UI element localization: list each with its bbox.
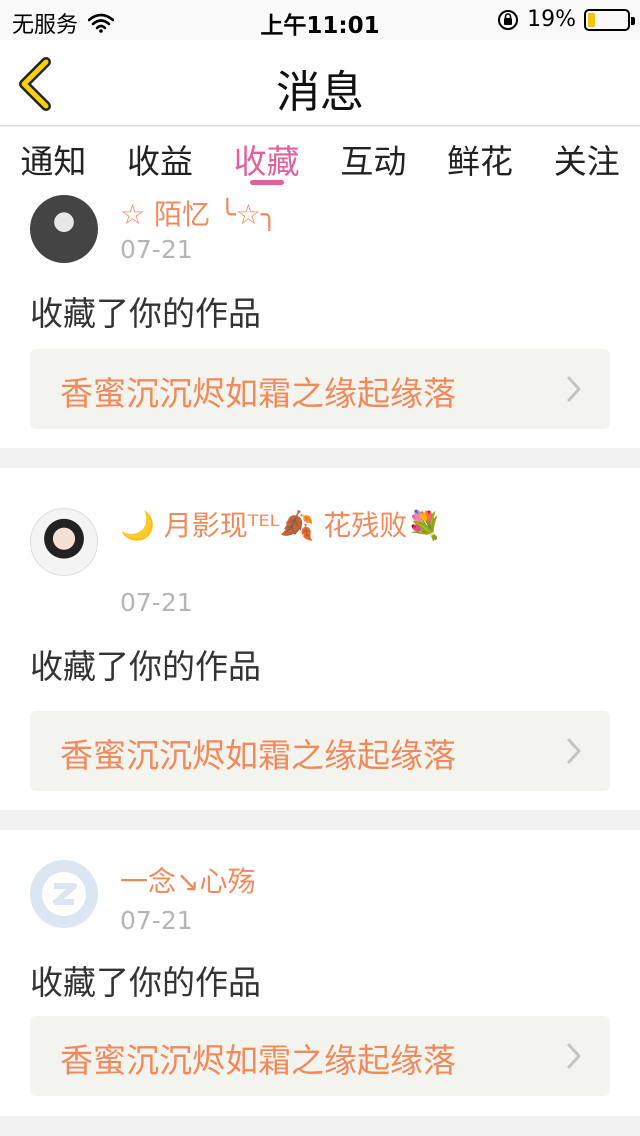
message-list: ☆ 陌忆 ╰☆╮ 07-21 收藏了你的作品 香蜜沉沉烬如霜之缘起缘落 🌙 月影…	[0, 189, 640, 1136]
message-date: 07-21	[120, 906, 193, 935]
action-text: 收藏了你的作品	[30, 294, 261, 333]
tab-interactions[interactable]: 互动	[320, 127, 427, 189]
user-name[interactable]: 🌙 月影现ᵀᴱᴸ🍂 花残败💐	[120, 506, 460, 546]
chevron-right-icon	[567, 376, 581, 402]
avatar[interactable]	[30, 195, 98, 263]
screen: 无服务 上午11:01 19% 消息 通知 收益 收藏 互动 鲜花 关注 ☆ 陌…	[0, 0, 640, 1136]
tab-label: 通知	[20, 142, 87, 181]
battery-percent: 19%	[527, 7, 576, 32]
avatar[interactable]	[30, 508, 98, 576]
status-bar: 无服务 上午11:01 19%	[0, 0, 640, 40]
tab-notifications[interactable]: 通知	[0, 127, 107, 189]
tab-bar: 通知 收益 收藏 互动 鲜花 关注	[0, 127, 640, 189]
tab-label: 互动	[340, 142, 407, 181]
active-tab-indicator	[249, 180, 284, 185]
message-date: 07-21	[120, 588, 193, 617]
nav-bar: 消息	[0, 40, 640, 126]
work-link[interactable]: 香蜜沉沉烬如霜之缘起缘落	[30, 711, 610, 791]
tab-flowers[interactable]: 鲜花	[427, 127, 534, 189]
avatar[interactable]	[30, 860, 98, 928]
list-item: ☆ 陌忆 ╰☆╮ 07-21 收藏了你的作品 香蜜沉沉烬如霜之缘起缘落	[0, 189, 640, 448]
list-item: 🌙 月影现ᵀᴱᴸ🍂 花残败💐 07-21 收藏了你的作品 香蜜沉沉烬如霜之缘起缘…	[0, 468, 640, 810]
tab-following[interactable]: 关注	[533, 127, 640, 189]
list-item: 一念↘心殇 07-21 收藏了你的作品 香蜜沉沉烬如霜之缘起缘落	[0, 830, 640, 1116]
message-date: 07-21	[120, 235, 193, 264]
action-text: 收藏了你的作品	[30, 647, 261, 686]
tab-label: 收益	[127, 142, 193, 181]
chevron-right-icon	[567, 1043, 581, 1069]
tab-label: 鲜花	[447, 142, 514, 181]
page-title: 消息	[276, 67, 364, 118]
user-name[interactable]: ☆ 陌忆 ╰☆╮	[120, 195, 610, 235]
work-title: 香蜜沉沉烬如霜之缘起缘落	[60, 1041, 456, 1080]
work-link[interactable]: 香蜜沉沉烬如霜之缘起缘落	[30, 349, 610, 429]
tab-earnings[interactable]: 收益	[107, 127, 214, 189]
battery-tip	[631, 16, 635, 25]
tab-label: 收藏	[233, 142, 300, 181]
chevron-right-icon	[567, 738, 581, 764]
battery-icon	[584, 8, 635, 31]
user-name[interactable]: 一念↘心殇	[120, 862, 610, 902]
work-title: 香蜜沉沉烬如霜之缘起缘落	[60, 736, 456, 775]
action-text: 收藏了你的作品	[30, 963, 261, 1002]
tab-label: 关注	[553, 142, 620, 181]
orientation-lock-icon	[497, 9, 519, 31]
default-avatar-icon	[42, 872, 86, 916]
tab-favorites[interactable]: 收藏	[213, 127, 320, 189]
work-link[interactable]: 香蜜沉沉烬如霜之缘起缘落	[30, 1016, 610, 1096]
battery-fill	[588, 12, 595, 27]
work-title: 香蜜沉沉烬如霜之缘起缘落	[60, 374, 456, 413]
